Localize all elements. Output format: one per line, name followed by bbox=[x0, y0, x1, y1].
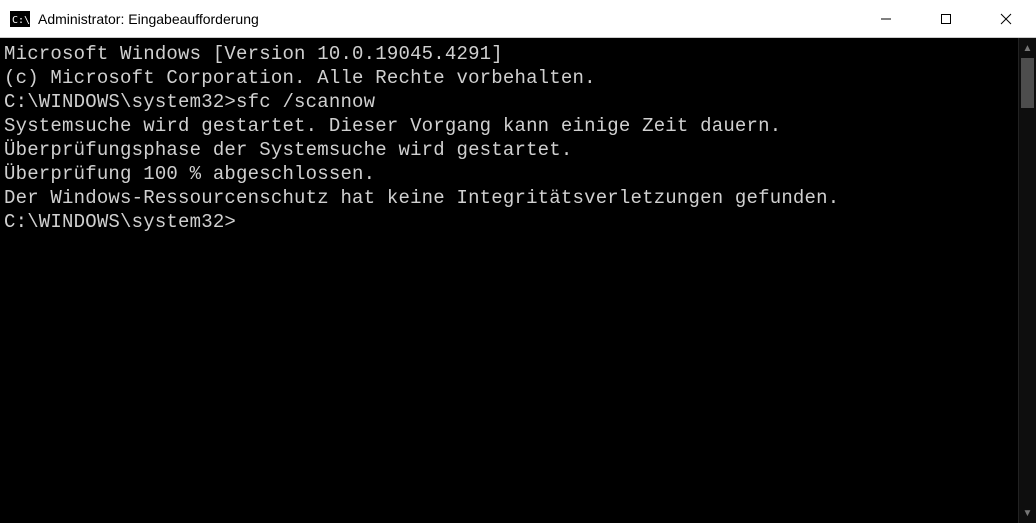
terminal-line: C:\WINDOWS\system32> bbox=[4, 210, 1018, 234]
scrollbar-up-icon[interactable]: ▲ bbox=[1019, 38, 1036, 58]
window-titlebar: C:\ Administrator: Eingabeaufforderung bbox=[0, 0, 1036, 38]
close-button[interactable] bbox=[976, 0, 1036, 38]
scrollbar-down-icon[interactable]: ▼ bbox=[1019, 503, 1036, 523]
terminal-line: Der Windows-Ressourcenschutz hat keine I… bbox=[4, 186, 1018, 210]
minimize-button[interactable] bbox=[856, 0, 916, 38]
svg-text:C:\: C:\ bbox=[12, 15, 30, 26]
terminal-line: Microsoft Windows [Version 10.0.19045.42… bbox=[4, 42, 1018, 66]
vertical-scrollbar[interactable]: ▲ ▼ bbox=[1018, 38, 1036, 523]
terminal-area: Microsoft Windows [Version 10.0.19045.42… bbox=[0, 38, 1036, 523]
terminal-output[interactable]: Microsoft Windows [Version 10.0.19045.42… bbox=[0, 38, 1018, 523]
terminal-line: Systemsuche wird gestartet. Dieser Vorga… bbox=[4, 114, 1018, 138]
terminal-line: Überprüfung 100 % abgeschlossen. bbox=[4, 162, 1018, 186]
cmd-icon: C:\ bbox=[10, 10, 30, 28]
scrollbar-thumb[interactable] bbox=[1021, 58, 1034, 108]
maximize-button[interactable] bbox=[916, 0, 976, 38]
window-title: Administrator: Eingabeaufforderung bbox=[38, 11, 259, 27]
terminal-line: Überprüfungsphase der Systemsuche wird g… bbox=[4, 138, 1018, 162]
terminal-line: C:\WINDOWS\system32>sfc /scannow bbox=[4, 90, 1018, 114]
terminal-line: (c) Microsoft Corporation. Alle Rechte v… bbox=[4, 66, 1018, 90]
